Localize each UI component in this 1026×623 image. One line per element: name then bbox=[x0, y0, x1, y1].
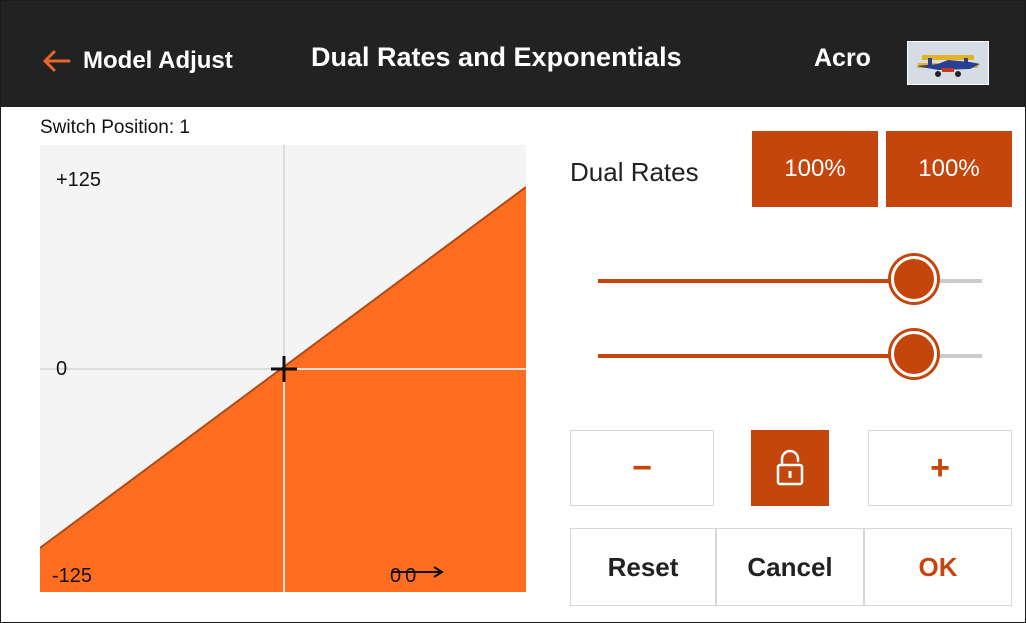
cancel-label: Cancel bbox=[747, 551, 833, 582]
reset-label: Reset bbox=[607, 551, 679, 582]
y-max-label: +125 bbox=[56, 169, 102, 191]
dual-rate-1-button[interactable]: 100% bbox=[752, 131, 878, 207]
slider-thumb[interactable] bbox=[890, 256, 937, 302]
cancel-button[interactable]: Cancel bbox=[716, 528, 864, 606]
airplane-icon bbox=[908, 42, 988, 84]
decrease-button[interactable]: − bbox=[570, 430, 714, 506]
y-min-label: -125 bbox=[52, 565, 93, 587]
ok-button[interactable]: OK bbox=[864, 528, 1012, 606]
dual-rate-slider[interactable] bbox=[598, 256, 982, 306]
back-button[interactable]: Model Adjust bbox=[41, 39, 233, 83]
minus-icon: − bbox=[632, 448, 652, 487]
rate-curve-plot bbox=[40, 145, 526, 592]
back-label: Model Adjust bbox=[83, 47, 233, 74]
page-title: Dual Rates and Exponentials bbox=[311, 42, 682, 72]
top-bar: Model Adjust Dual Rates and Exponentials… bbox=[1, 1, 1025, 107]
padlock-unlocked-icon bbox=[776, 449, 804, 486]
dual-rates-label: Dual Rates bbox=[570, 157, 699, 187]
y-mid-label: 0 bbox=[56, 358, 68, 380]
switch-position-label: Switch Position: 1 bbox=[40, 117, 190, 138]
rate-curve-graph[interactable]: +125 0 -125 0 0 bbox=[40, 145, 526, 592]
increase-button[interactable]: + bbox=[868, 430, 1012, 506]
slider-thumb[interactable] bbox=[890, 331, 937, 377]
slider-track-filled bbox=[598, 279, 913, 283]
model-image[interactable] bbox=[907, 41, 989, 85]
plus-icon: + bbox=[930, 448, 950, 487]
long-arrow-right-icon bbox=[392, 566, 444, 578]
lock-button[interactable] bbox=[751, 430, 829, 506]
ok-label: OK bbox=[918, 551, 958, 582]
dual-rate-2-button[interactable]: 100% bbox=[886, 131, 1012, 207]
arrow-left-icon bbox=[43, 50, 71, 72]
input-output-readout: 0 0 bbox=[390, 565, 444, 588]
model-name: Acro bbox=[814, 44, 871, 72]
expo-slider[interactable] bbox=[598, 331, 982, 381]
slider-track-filled bbox=[598, 354, 913, 358]
reset-button[interactable]: Reset bbox=[570, 528, 716, 606]
